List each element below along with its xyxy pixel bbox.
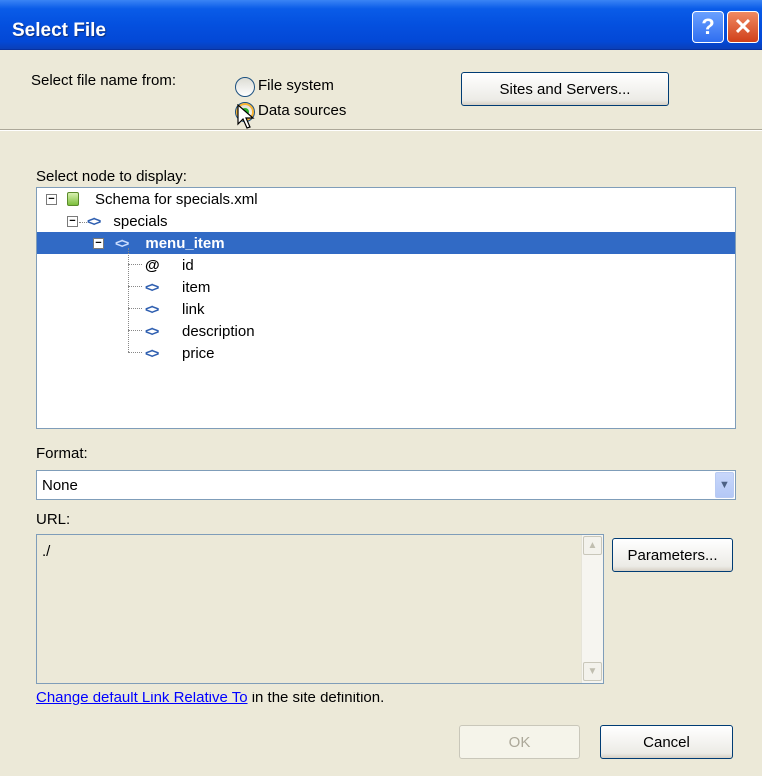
source-label: Select file name from: [31,72,177,89]
tree-leaf-label: link [182,300,205,318]
tree-leaf-label: description [182,322,255,340]
format-select[interactable]: None ▼ [36,470,736,500]
format-value: None [42,477,78,494]
cancel-label: Cancel [643,733,690,751]
element-icon: <> [145,301,159,317]
tree-connector [128,352,142,353]
tree-root-row[interactable]: Schema for specials.xml [67,188,258,210]
tree-leaf-row[interactable]: <> link [145,298,205,320]
title-bar: Select File ? ✕ [0,0,762,50]
url-field[interactable]: ./ ▲ ▼ [36,534,604,684]
cancel-button[interactable]: Cancel [600,725,733,759]
tree-specials-row[interactable]: <> specials [87,210,168,232]
scroll-down-icon[interactable]: ▼ [583,662,602,681]
tree-leaf-label: item [182,278,211,296]
tree-leaf-label: id [182,256,194,274]
sites-and-servers-label: Sites and Servers... [499,80,631,98]
help-icon: ? [701,14,715,39]
element-icon: <> [115,235,129,251]
change-link-relative-link[interactable]: Change default Link Relative To [36,692,248,706]
tree-leaf-row[interactable]: <> price [145,342,215,364]
chevron-down-icon[interactable]: ▼ [715,472,734,498]
tree-leaf-row[interactable]: <> description [145,320,255,342]
menu-item-collapse-toggle[interactable]: − [93,238,104,249]
url-label: URL: [36,511,71,528]
tree-menu-item-label: menu_item [145,234,225,252]
tree-leaf-row[interactable]: <> item [145,276,210,298]
ok-label: OK [508,733,531,751]
format-label: Format: [36,445,88,462]
close-icon: ✕ [733,14,753,39]
close-button[interactable]: ✕ [727,11,759,43]
tree-connector [128,308,142,309]
parameters-button[interactable]: Parameters... [612,538,733,572]
help-button[interactable]: ? [692,11,724,43]
tree-menu-item-row[interactable]: <> menu_item [115,232,225,254]
link-relative-suffix: in the site definition. [247,692,385,706]
element-icon: <> [145,345,159,361]
url-scrollbar[interactable]: ▲ ▼ [581,535,603,683]
tree-root-label: Schema for specials.xml [95,190,258,208]
element-icon: <> [145,323,159,339]
tree-leaf-label: price [182,344,215,362]
root-collapse-toggle[interactable]: − [46,194,57,205]
schema-tree[interactable]: − Schema for specials.xml − <> specials … [36,187,736,429]
specials-collapse-toggle[interactable]: − [67,216,78,227]
element-icon: <> [87,213,101,229]
tree-connector [128,264,142,265]
sites-and-servers-button[interactable]: Sites and Servers... [461,72,669,106]
parameters-label: Parameters... [627,546,718,564]
tree-connector [128,330,142,331]
mouse-cursor-icon [237,104,255,129]
link-relative-note: Change default Link Relative To in the s… [36,692,384,706]
element-icon: <> [145,279,159,295]
divider [0,129,762,131]
window-title: Select File [12,20,106,41]
tree-label: Select node to display: [36,168,187,185]
ok-button[interactable]: OK [459,725,580,759]
file-system-label[interactable]: File system [258,77,334,94]
tree-leaf-row[interactable]: @ id [145,254,194,276]
file-system-radio[interactable] [235,77,255,97]
scroll-up-icon[interactable]: ▲ [583,536,602,555]
tree-connector [79,222,87,223]
schema-file-icon [67,192,79,206]
url-value: ./ [42,543,51,560]
data-sources-label[interactable]: Data sources [258,102,346,119]
tree-specials-label: specials [113,212,168,230]
attribute-icon: @ [145,256,160,274]
tree-connector [128,286,142,287]
